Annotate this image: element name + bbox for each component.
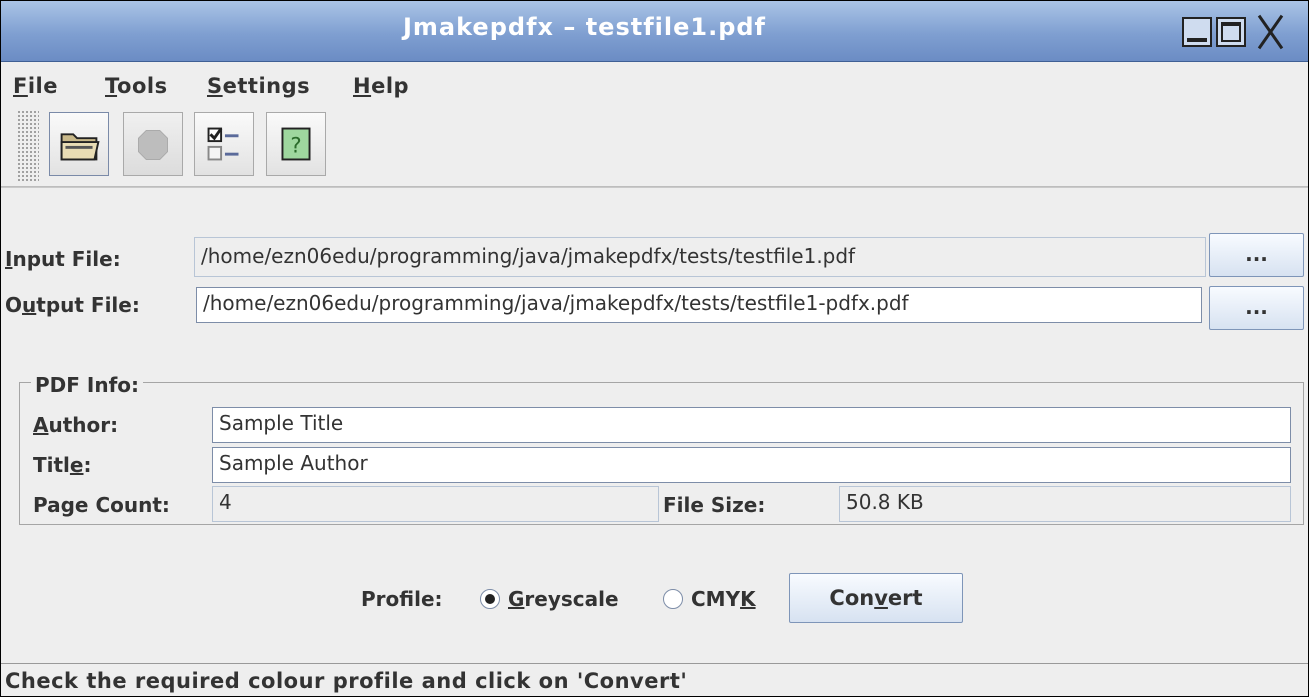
- output-file-label-prefix: O: [5, 293, 23, 317]
- app-window: Jmakepdfx – testfile1.pdf File Tools Set…: [0, 0, 1309, 697]
- window-title: Jmakepdfx – testfile1.pdf: [402, 13, 766, 41]
- convert-label-prefix: Con: [829, 586, 875, 610]
- title-label-suffix: :: [83, 453, 92, 477]
- menu-file-label: ile: [27, 74, 58, 98]
- status-text: Check the required colour profile and cl…: [5, 669, 688, 693]
- menu-tools[interactable]: Tools: [105, 74, 168, 98]
- title-label-prefix: Titl: [33, 453, 70, 477]
- menu-settings[interactable]: Settings: [207, 74, 310, 98]
- output-file-mnemonic: u: [22, 293, 37, 317]
- cmyk-label-prefix: CMY: [691, 587, 741, 611]
- title-label: Title:: [33, 453, 92, 477]
- menu-bar: File Tools Settings Help: [1, 62, 1308, 102]
- menu-file[interactable]: File: [13, 74, 58, 98]
- title-mnemonic: e: [69, 453, 84, 477]
- settings-checklist-button[interactable]: [194, 112, 254, 176]
- content-separator: [1, 187, 1308, 188]
- greyscale-label-text: reyscale: [524, 587, 619, 611]
- menu-settings-label: ettings: [222, 74, 311, 98]
- close-button[interactable]: [1250, 17, 1290, 47]
- greyscale-radio[interactable]: [480, 589, 500, 609]
- help-button[interactable]: ?: [266, 112, 326, 176]
- toolbar: ?: [1, 102, 1308, 187]
- title-bar[interactable]: Jmakepdfx – testfile1.pdf: [1, 1, 1308, 62]
- menu-help-label: elp: [371, 74, 410, 98]
- open-file-button[interactable]: [49, 112, 109, 176]
- menu-help[interactable]: Help: [353, 74, 409, 98]
- input-file-field[interactable]: /home/ezn06edu/programming/java/jmakepdf…: [194, 237, 1206, 277]
- toolbar-grip[interactable]: [17, 110, 39, 182]
- input-file-label: Input File:: [5, 247, 121, 271]
- menu-help-mnemonic: H: [353, 74, 372, 98]
- author-label-text: uthor:: [48, 413, 119, 437]
- author-label: Author:: [33, 413, 118, 437]
- page-count-field: 4: [212, 486, 659, 522]
- minimize-button[interactable]: [1182, 17, 1212, 47]
- menu-tools-label: ools: [117, 74, 168, 98]
- checklist-icon: [207, 127, 239, 161]
- file-size-field: 50.8 KB: [839, 486, 1291, 522]
- maximize-button[interactable]: [1216, 17, 1246, 47]
- greyscale-label[interactable]: Greyscale: [508, 587, 619, 611]
- status-bar: Check the required colour profile and cl…: [1, 663, 1308, 696]
- open-folder-icon: [60, 133, 100, 161]
- cmyk-radio[interactable]: [663, 589, 683, 609]
- output-file-label: Output File:: [5, 293, 140, 317]
- browse-input-button[interactable]: ...: [1209, 233, 1304, 277]
- output-file-field[interactable]: /home/ezn06edu/programming/java/jmakepdf…: [196, 287, 1202, 323]
- cmyk-label[interactable]: CMYK: [691, 587, 756, 611]
- browse-output-button[interactable]: ...: [1209, 286, 1304, 330]
- profile-label: Profile:: [361, 587, 443, 611]
- menu-settings-mnemonic: S: [207, 74, 223, 98]
- convert-label-suffix: ert: [887, 586, 923, 610]
- menu-tools-mnemonic: T: [105, 74, 118, 98]
- convert-button[interactable]: Convert: [789, 573, 963, 623]
- convert-mnemonic: v: [874, 586, 888, 610]
- page-count-label: Page Count:: [33, 493, 170, 517]
- author-field[interactable]: Sample Title: [212, 407, 1291, 443]
- cmyk-mnemonic: K: [740, 587, 756, 611]
- author-mnemonic: A: [33, 413, 49, 437]
- help-icon: ?: [281, 127, 311, 161]
- greyscale-mnemonic: G: [508, 587, 525, 611]
- title-field[interactable]: Sample Author: [212, 447, 1291, 483]
- file-size-label: File Size:: [663, 493, 766, 517]
- output-file-label-text: tput File:: [36, 293, 140, 317]
- menu-file-mnemonic: F: [13, 74, 28, 98]
- svg-text:?: ?: [290, 134, 301, 159]
- pdf-info-title: PDF Info:: [31, 373, 144, 397]
- stop-icon: [138, 129, 168, 160]
- stop-button[interactable]: [123, 112, 183, 176]
- input-file-label-text: nput File:: [12, 247, 121, 271]
